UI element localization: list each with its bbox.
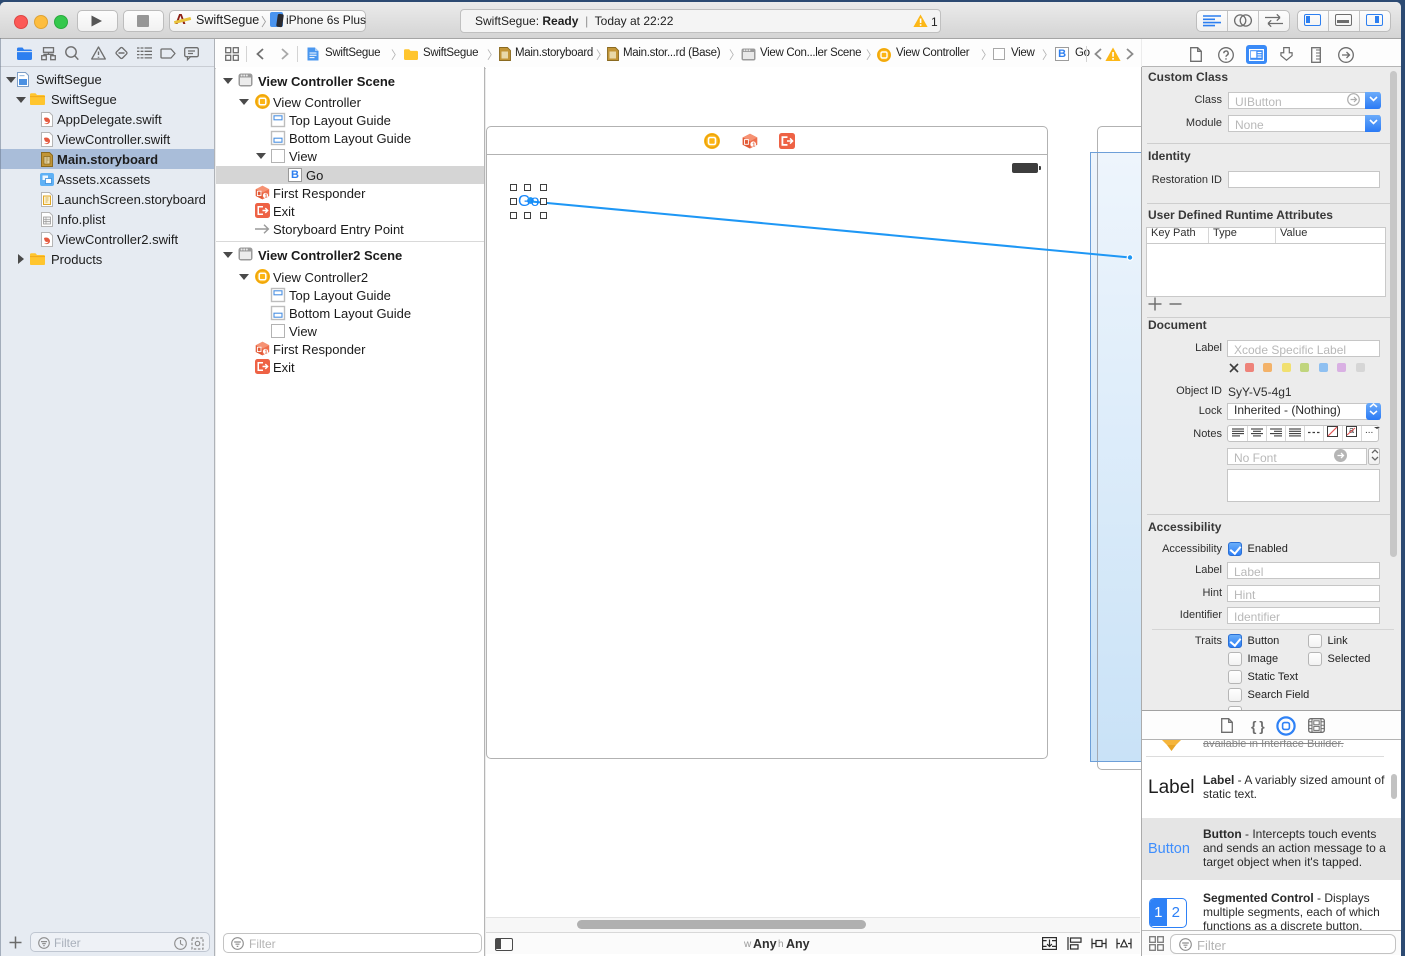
svg-text:1: 1: [265, 194, 268, 200]
svg-text:1: 1: [265, 350, 268, 356]
